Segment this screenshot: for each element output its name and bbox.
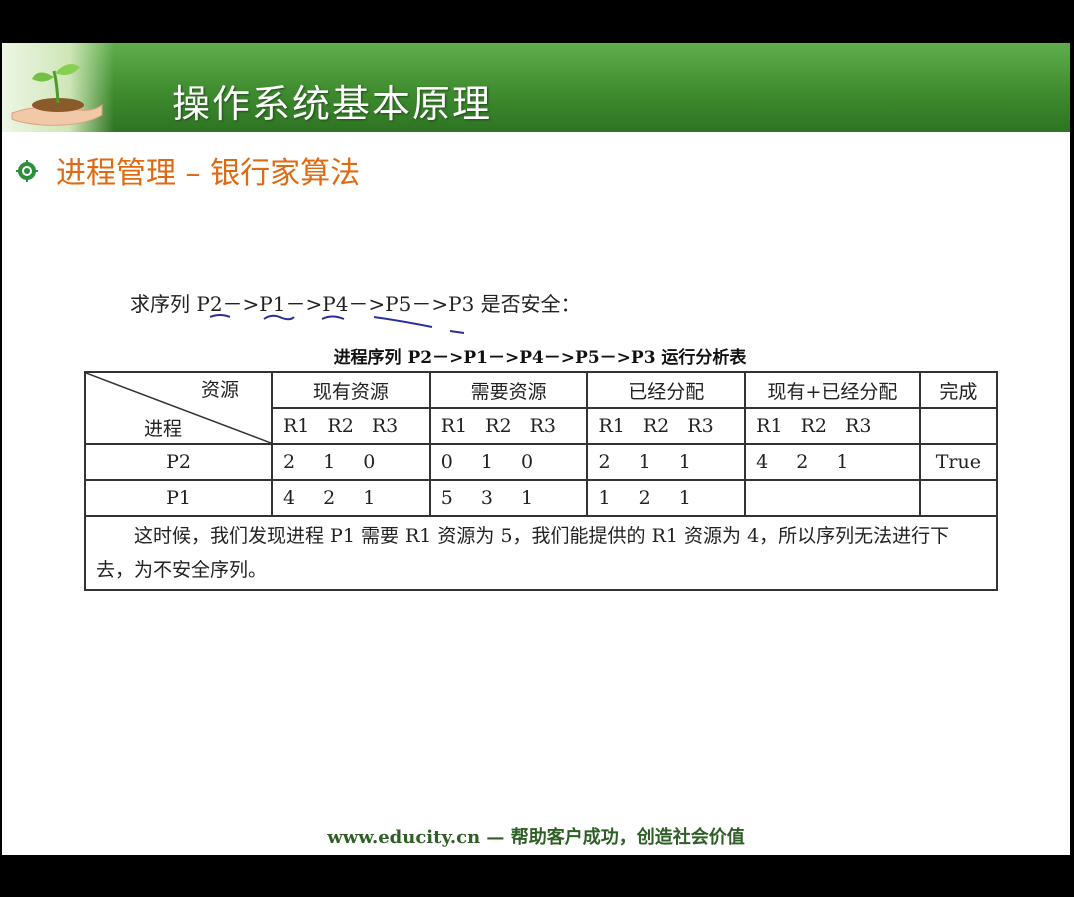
available-cell: 2 1 0: [271, 443, 431, 481]
subheader-finish: [918, 407, 999, 445]
process-cell: P1: [84, 479, 273, 517]
heading-text: 进程管理 – 银行家算法: [56, 156, 361, 191]
corner-process-label: 进程: [144, 418, 183, 440]
corner-resource-label: 资源: [200, 379, 239, 401]
subheader-available: R1 R2 R3: [271, 407, 431, 445]
allocated-cell: 2 1 1: [586, 443, 747, 481]
hands-holding-sprout-icon: [2, 43, 114, 132]
analysis-table: 资源 进程 现有资源 需要资源 已经分配 现有+已经分配 完成 R1 R2 R3…: [84, 371, 999, 591]
header-available: 现有资源: [271, 371, 431, 409]
need-cell: 5 3 1: [428, 479, 589, 517]
sum-cell: [744, 479, 921, 517]
title-banner: 操作系统基本原理: [2, 43, 1070, 132]
finish-cell: [918, 479, 999, 517]
conclusion-text: 这时候，我们发现进程 P1 需要 R1 资源为 5，我们能提供的 R1 资源为 …: [84, 515, 998, 591]
gear-bullet-icon: [16, 160, 38, 182]
table-caption: 进程序列 P2－>P1－>P4－>P5－>P3 运行分析表: [333, 348, 747, 368]
sum-cell: 4 2 1: [744, 443, 921, 481]
table-row: P2 2 1 0 0 1 0 2 1 1 4 2 1 True: [84, 443, 999, 481]
allocated-cell: 1 2 1: [586, 479, 747, 517]
slide: 操作系统基本原理 进程管理 – 银行家算法 求序列 P2－>P1－>P4－>P5…: [2, 43, 1070, 855]
available-cell: 4 2 1: [271, 479, 431, 517]
subheader-need: R1 R2 R3: [428, 407, 589, 445]
header-finish: 完成: [918, 371, 999, 409]
header-available-plus-allocated: 现有+已经分配: [744, 371, 921, 409]
slide-title: 操作系统基本原理: [172, 82, 493, 126]
table-corner-cell: 资源 进程: [84, 371, 273, 445]
header-allocated: 已经分配: [586, 371, 747, 409]
conclusion-row: 这时候，我们发现进程 P1 需要 R1 资源为 5，我们能提供的 R1 资源为 …: [84, 515, 998, 591]
table-header-row: 资源 进程 现有资源 需要资源 已经分配 现有+已经分配 完成: [84, 371, 999, 445]
finish-cell: True: [918, 443, 999, 481]
subheader-sum: R1 R2 R3: [744, 407, 921, 445]
need-cell: 0 1 0: [428, 443, 589, 481]
video-frame: 操作系统基本原理 进程管理 – 银行家算法 求序列 P2－>P1－>P4－>P5…: [0, 0, 1074, 897]
header-need: 需要资源: [428, 371, 589, 409]
handwritten-underline: [209, 314, 465, 334]
table-row: P1 4 2 1 5 3 1 1 2 1: [84, 479, 999, 517]
subheader-allocated: R1 R2 R3: [586, 407, 747, 445]
process-cell: P2: [84, 443, 273, 481]
footer-slogan: www.educity.cn — 帮助客户成功，创造社会价值: [327, 827, 745, 848]
